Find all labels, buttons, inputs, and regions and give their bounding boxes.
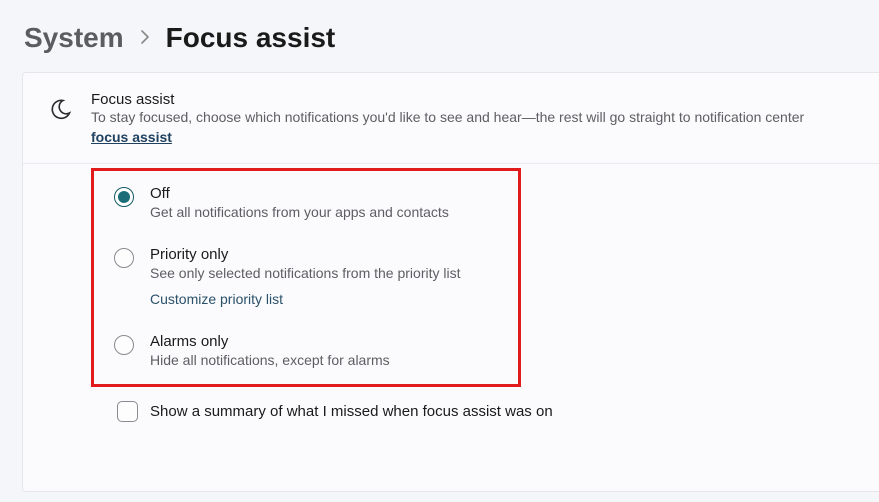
radio-priority-label: Priority only xyxy=(150,246,460,263)
summary-checkbox-row[interactable]: Show a summary of what I missed when foc… xyxy=(117,401,879,422)
settings-panel: Focus assist To stay focused, choose whi… xyxy=(22,72,879,492)
radio-option-off[interactable]: Off Get all notifications from your apps… xyxy=(114,185,498,220)
radio-option-priority[interactable]: Priority only See only selected notifica… xyxy=(114,246,498,307)
radio-options-group: Off Get all notifications from your apps… xyxy=(91,168,521,387)
radio-alarms-label: Alarms only xyxy=(150,333,390,350)
radio-off-description: Get all notifications from your apps and… xyxy=(150,204,449,220)
radio-off-label: Off xyxy=(150,185,449,202)
page-title: Focus assist xyxy=(166,22,336,54)
summary-checkbox[interactable] xyxy=(117,401,138,422)
panel-header: Focus assist To stay focused, choose whi… xyxy=(23,73,879,164)
radio-off[interactable] xyxy=(114,187,134,207)
panel-description: To stay focused, choose which notificati… xyxy=(91,109,804,125)
radio-priority[interactable] xyxy=(114,248,134,268)
moon-icon xyxy=(49,97,73,126)
focus-assist-link[interactable]: focus assist xyxy=(91,129,172,145)
chevron-right-icon xyxy=(140,28,150,49)
radio-alarms-description: Hide all notifications, except for alarm… xyxy=(150,352,390,368)
summary-checkbox-label: Show a summary of what I missed when foc… xyxy=(150,403,553,420)
breadcrumb-parent[interactable]: System xyxy=(24,22,124,54)
radio-priority-description: See only selected notifications from the… xyxy=(150,265,460,281)
panel-description-wrap: To stay focused, choose which notificati… xyxy=(91,108,859,128)
panel-title: Focus assist xyxy=(91,91,859,108)
radio-alarms[interactable] xyxy=(114,335,134,355)
customize-priority-link[interactable]: Customize priority list xyxy=(150,291,460,307)
radio-option-alarms[interactable]: Alarms only Hide all notifications, exce… xyxy=(114,333,498,368)
breadcrumb: System Focus assist xyxy=(0,0,879,72)
